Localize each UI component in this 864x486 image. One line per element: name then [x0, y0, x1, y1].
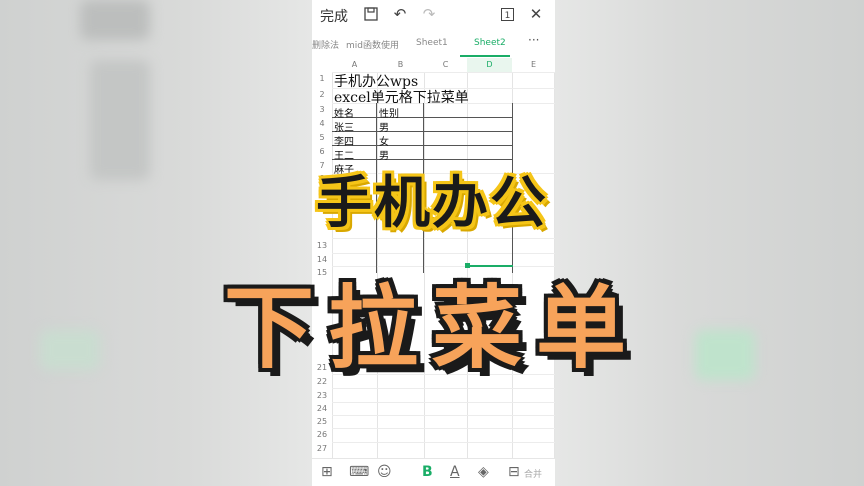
row-number[interactable]: 26: [312, 430, 332, 439]
merge-label[interactable]: 合并: [524, 467, 542, 480]
column-header-c[interactable]: C: [424, 58, 467, 72]
top-toolbar: 完成 ↶ ↷ 1 ✕: [312, 0, 555, 30]
cell-a3[interactable]: 姓名: [334, 105, 354, 120]
bold-icon[interactable]: B: [422, 464, 433, 480]
cell-a2[interactable]: excel单元格下拉菜单: [334, 87, 469, 107]
cell-a4[interactable]: 张三: [334, 119, 354, 134]
active-tab-indicator: [460, 55, 510, 57]
column-header-a[interactable]: A: [332, 58, 377, 72]
done-button[interactable]: 完成: [320, 6, 348, 26]
svg-text:1: 1: [504, 11, 510, 21]
cell-b3[interactable]: 性别: [379, 105, 399, 120]
apps-grid-icon[interactable]: ⊞: [321, 464, 333, 480]
column-header-d[interactable]: D: [467, 58, 512, 72]
row-number[interactable]: 3: [312, 105, 332, 114]
row-number[interactable]: 24: [312, 404, 332, 413]
column-header-b[interactable]: B: [377, 58, 424, 72]
tab-mid-function[interactable]: mid函数使用: [346, 38, 399, 51]
undo-icon[interactable]: ↶: [391, 5, 409, 23]
bottom-toolbar: ⊞ ⌨ ☺ B A ◈ ⊟ 合并: [312, 458, 555, 486]
fill-color-icon[interactable]: ◈: [478, 464, 489, 480]
row-number[interactable]: 25: [312, 417, 332, 426]
sheet-tabs: 删除法 mid函数使用 Sheet1 Sheet2 ···: [312, 30, 555, 59]
phone-screen: 完成 ↶ ↷ 1 ✕ 删除法 mid函数使用 Sheet1 Sheet2 ···…: [312, 0, 555, 486]
blurred-background-left: [0, 0, 312, 486]
merge-cells-icon[interactable]: ⊟: [508, 464, 520, 480]
overlay-title-line2: 下拉菜单: [224, 276, 640, 381]
row-number[interactable]: 23: [312, 391, 332, 400]
tab-sheet2[interactable]: Sheet2: [474, 38, 506, 48]
keyboard-icon[interactable]: ⌨: [349, 464, 369, 480]
column-header-e[interactable]: E: [512, 58, 555, 72]
more-icon[interactable]: ···: [528, 33, 539, 47]
row-number[interactable]: 2: [312, 90, 332, 99]
redo-icon[interactable]: ↷: [420, 5, 438, 23]
row-number[interactable]: 5: [312, 133, 332, 142]
save-icon[interactable]: [362, 5, 380, 23]
tab-delete-method[interactable]: 删除法: [312, 38, 339, 51]
row-number[interactable]: 1: [312, 74, 332, 83]
row-number[interactable]: 13: [312, 241, 332, 250]
close-icon[interactable]: ✕: [527, 5, 545, 23]
page-count-icon[interactable]: 1: [498, 5, 516, 23]
row-number[interactable]: 27: [312, 444, 332, 453]
cell-b5[interactable]: 女: [379, 133, 389, 148]
cell-a5[interactable]: 李四: [334, 133, 354, 148]
blurred-background-right: [555, 0, 864, 486]
emoji-icon[interactable]: ☺: [377, 464, 392, 480]
row-number[interactable]: 6: [312, 147, 332, 156]
tab-sheet1[interactable]: Sheet1: [416, 38, 448, 48]
overlay-title-line1: 手机办公: [316, 171, 548, 236]
cell-b4[interactable]: 男: [379, 119, 389, 134]
row-number[interactable]: 4: [312, 119, 332, 128]
font-color-icon[interactable]: A: [450, 464, 460, 480]
